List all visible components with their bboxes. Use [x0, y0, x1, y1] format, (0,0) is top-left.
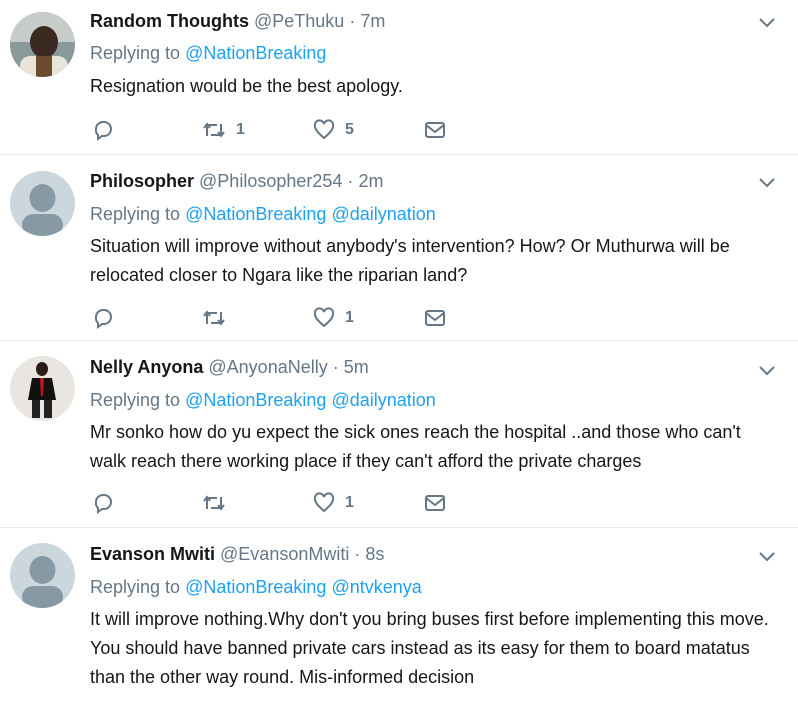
reply-button[interactable] — [92, 118, 114, 142]
tweet-header: Philosopher @Philosopher254 · 2m — [90, 171, 383, 192]
replying-label: Replying to — [90, 204, 181, 224]
chevron-down-icon[interactable] — [758, 551, 776, 563]
mention-link[interactable]: @dailynation — [331, 204, 435, 224]
mention-link[interactable]: @ntvkenya — [331, 577, 421, 597]
retweet-button[interactable] — [202, 491, 236, 515]
timestamp[interactable]: 7m — [360, 11, 385, 31]
separator-dot: · — [349, 11, 356, 31]
replying-to: Replying to @NationBreaking @dailynation — [90, 204, 436, 225]
retweet-count: 1 — [236, 121, 245, 138]
like-count: 1 — [345, 309, 354, 326]
mention-link[interactable]: @dailynation — [331, 390, 435, 410]
replying-to: Replying to @NationBreaking @ntvkenya — [90, 577, 422, 598]
retweet-icon — [203, 122, 225, 138]
display-name[interactable]: Philosopher — [90, 171, 194, 191]
replying-label: Replying to — [90, 577, 181, 597]
reply-icon — [94, 121, 112, 141]
tweet-text: Situation will improve without anybody's… — [90, 236, 730, 285]
display-name[interactable]: Evanson Mwiti — [90, 544, 215, 564]
heart-icon — [313, 492, 335, 513]
like-button[interactable]: 1 — [313, 491, 354, 515]
tweet-text: Mr sonko how do yu expect the sick ones … — [90, 422, 741, 471]
replying-label: Replying to — [90, 390, 181, 410]
replying-to: Replying to @NationBreaking — [90, 43, 326, 64]
like-button[interactable]: 5 — [313, 118, 354, 142]
avatar-default[interactable] — [10, 543, 75, 608]
like-button[interactable]: 1 — [313, 306, 354, 330]
direct-message-icon — [425, 495, 445, 511]
tweet-3[interactable]: Nelly Anyona @AnyonaNelly · 5m Replying … — [0, 341, 798, 528]
reply-icon — [94, 494, 112, 514]
tweet-header: Evanson Mwiti @EvansonMwiti · 8s — [90, 544, 384, 565]
user-handle[interactable]: @EvansonMwiti — [220, 544, 349, 564]
timestamp[interactable]: 8s — [365, 544, 384, 564]
tweet-header: Nelly Anyona @AnyonaNelly · 5m — [90, 357, 369, 378]
like-count: 1 — [345, 494, 354, 511]
replying-to: Replying to @NationBreaking @dailynation — [90, 390, 436, 411]
avatar-photo[interactable] — [10, 12, 75, 77]
mention-link[interactable]: @NationBreaking — [185, 204, 326, 224]
tweet-text: It will improve nothing.Why don't you br… — [90, 609, 769, 687]
display-name[interactable]: Random Thoughts — [90, 11, 249, 31]
like-count: 5 — [345, 121, 354, 138]
direct-message-button[interactable] — [424, 118, 446, 142]
user-handle[interactable]: @PeThuku — [254, 11, 344, 31]
user-handle[interactable]: @AnyonaNelly — [208, 357, 327, 377]
tweet-2[interactable]: Philosopher @Philosopher254 · 2m Replyin… — [0, 155, 798, 341]
mention-link[interactable]: @NationBreaking — [185, 390, 326, 410]
heart-icon — [313, 307, 335, 328]
retweet-icon — [203, 310, 225, 326]
tweet-4[interactable]: Evanson Mwiti @EvansonMwiti · 8s Replyin… — [0, 528, 798, 703]
reply-button[interactable] — [92, 306, 114, 330]
mention-link[interactable]: @NationBreaking — [185, 43, 326, 63]
chevron-down-icon[interactable] — [758, 365, 776, 377]
timestamp[interactable]: 2m — [358, 171, 383, 191]
reply-button[interactable] — [92, 491, 114, 515]
direct-message-button[interactable] — [424, 306, 446, 330]
retweet-icon — [203, 495, 225, 511]
heart-icon — [313, 119, 335, 140]
tweet-text: Resignation would be the best apology. — [90, 76, 403, 96]
direct-message-icon — [425, 122, 445, 138]
reply-icon — [94, 309, 112, 329]
chevron-down-icon[interactable] — [758, 177, 776, 189]
avatar-photo[interactable] — [10, 356, 75, 421]
direct-message-icon — [425, 310, 445, 326]
separator-dot: · — [332, 357, 339, 377]
separator-dot: · — [347, 171, 354, 191]
avatar-default[interactable] — [10, 171, 75, 236]
chevron-down-icon[interactable] — [758, 17, 776, 29]
timestamp[interactable]: 5m — [344, 357, 369, 377]
user-handle[interactable]: @Philosopher254 — [199, 171, 342, 191]
retweet-button[interactable] — [202, 306, 236, 330]
tweet-1[interactable]: Random Thoughts @PeThuku · 7m Replying t… — [0, 0, 798, 155]
mention-link[interactable]: @NationBreaking — [185, 577, 326, 597]
display-name[interactable]: Nelly Anyona — [90, 357, 203, 377]
tweet-header: Random Thoughts @PeThuku · 7m — [90, 11, 385, 32]
direct-message-button[interactable] — [424, 491, 446, 515]
separator-dot: · — [354, 544, 361, 564]
replying-label: Replying to — [90, 43, 181, 63]
retweet-button[interactable]: 1 — [202, 118, 245, 142]
